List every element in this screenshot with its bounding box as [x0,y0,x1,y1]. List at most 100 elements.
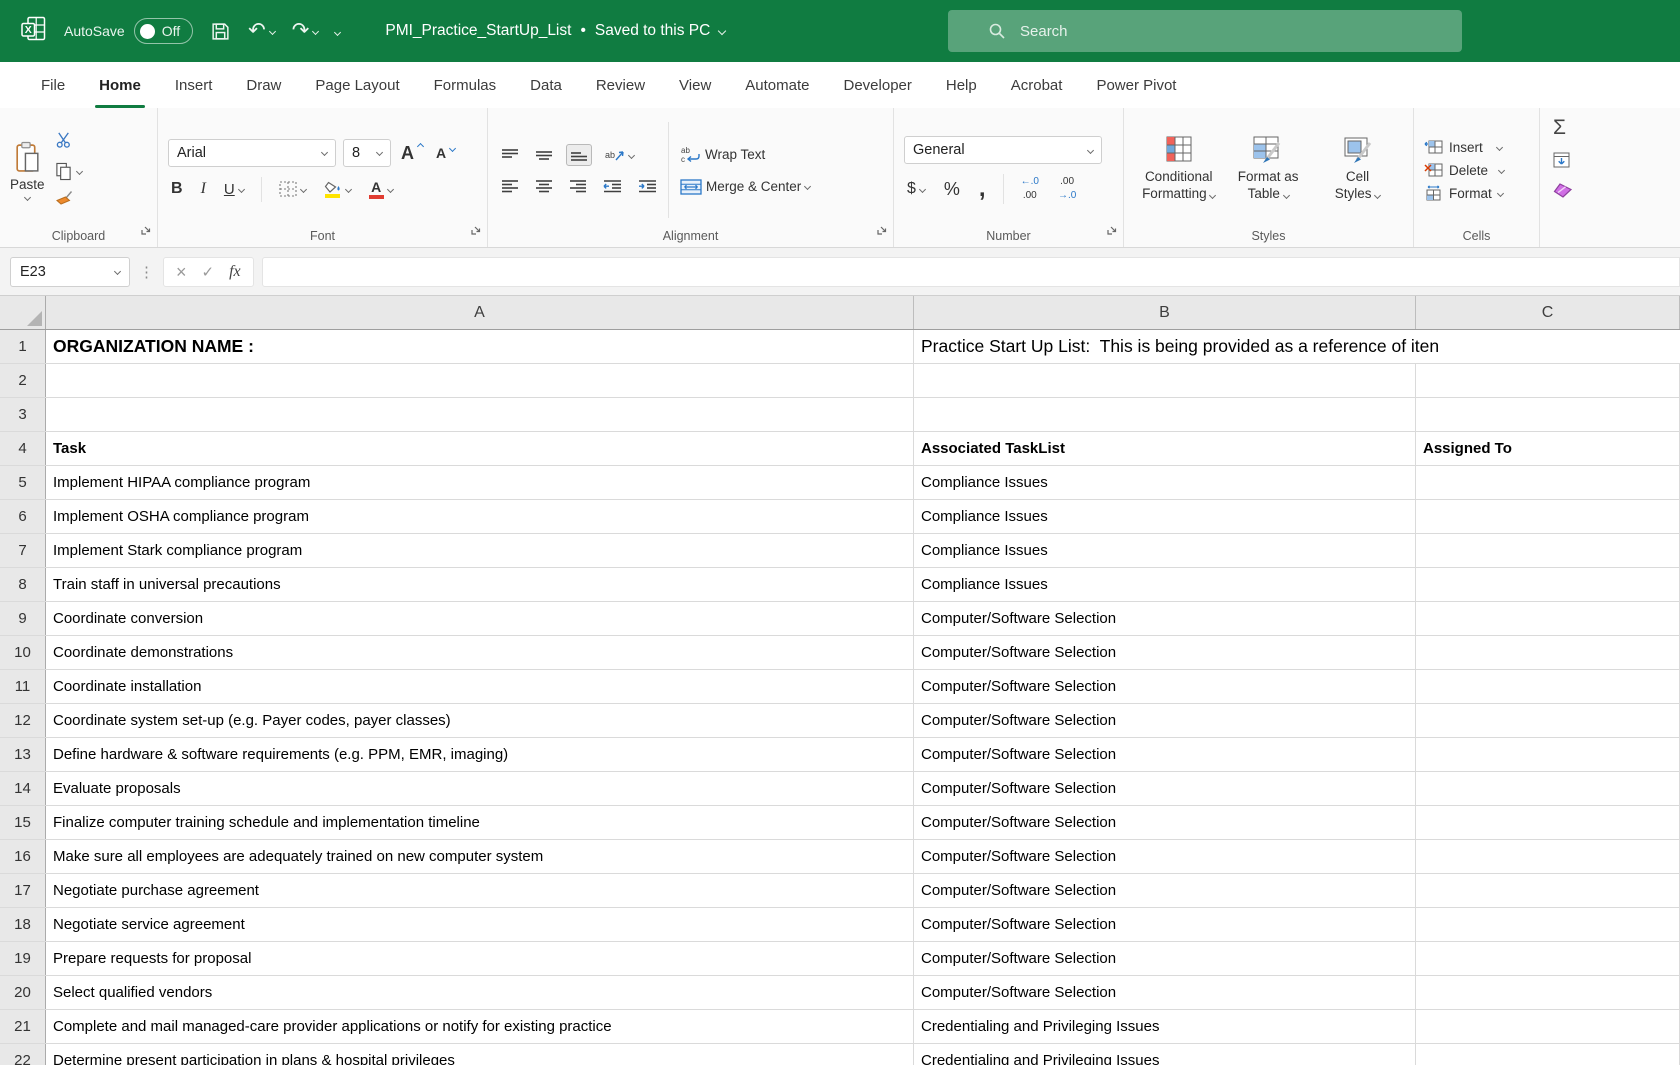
cell-B17[interactable]: Computer/Software Selection [914,874,1416,907]
formula-bar-resize-dots[interactable]: ⋮ [139,263,154,281]
cell-B11[interactable]: Computer/Software Selection [914,670,1416,703]
align-left-button[interactable] [498,176,522,196]
row-header-3[interactable]: 3 [0,398,46,431]
cell-C5[interactable] [1416,466,1680,499]
cell-A1[interactable]: ORGANIZATION NAME : [46,330,914,363]
row-header-21[interactable]: 21 [0,1010,46,1043]
cell-A6[interactable]: Implement OSHA compliance program [46,500,914,533]
cell-A17[interactable]: Negotiate purchase agreement [46,874,914,907]
chevron-down-icon[interactable] [300,185,307,192]
cell-A8[interactable]: Train staff in universal precautions [46,568,914,601]
chevron-down-icon[interactable] [269,27,276,34]
select-all-button[interactable] [0,296,46,329]
cell-B10[interactable]: Computer/Software Selection [914,636,1416,669]
search-input[interactable]: Search [948,10,1462,52]
chevron-down-icon[interactable] [1496,143,1503,150]
chevron-down-icon[interactable] [1497,189,1504,196]
cell-B18[interactable]: Computer/Software Selection [914,908,1416,941]
format-cells-button[interactable]: Format [1424,185,1504,201]
cell-C20[interactable] [1416,976,1680,1009]
cell-C3[interactable] [1416,398,1680,431]
menu-tab-developer[interactable]: Developer [827,62,929,108]
cell-C2[interactable] [1416,364,1680,397]
cell-C21[interactable] [1416,1010,1680,1043]
chevron-down-icon[interactable] [238,185,245,192]
column-header-B[interactable]: B [914,296,1416,329]
row-header-10[interactable]: 10 [0,636,46,669]
cell-C17[interactable] [1416,874,1680,907]
row-header-4[interactable]: 4 [0,432,46,465]
font-name-select[interactable]: Arial [168,139,336,167]
cell-C22[interactable] [1416,1044,1680,1065]
fill-color-button[interactable] [321,178,354,201]
enter-button[interactable]: ✓ [202,263,215,281]
cell-A11[interactable]: Coordinate installation [46,670,914,703]
merge-center-button[interactable]: Merge & Center [677,176,813,198]
cell-B20[interactable]: Computer/Software Selection [914,976,1416,1009]
cell-A19[interactable]: Prepare requests for proposal [46,942,914,975]
cell-C8[interactable] [1416,568,1680,601]
row-header-12[interactable]: 12 [0,704,46,737]
excel-app-icon[interactable]: X [20,15,47,47]
decrease-font-size-button[interactable]: A [433,143,458,163]
copy-button[interactable] [55,162,82,181]
clipboard-dialog-launcher[interactable] [140,223,151,241]
cell-B14[interactable]: Computer/Software Selection [914,772,1416,805]
insert-cells-button[interactable]: Insert [1424,139,1504,155]
format-painter-button[interactable] [55,189,82,211]
cell-B2[interactable] [914,364,1416,397]
cell-B15[interactable]: Computer/Software Selection [914,806,1416,839]
cell-C12[interactable] [1416,704,1680,737]
align-right-button[interactable] [566,176,590,196]
cell-A13[interactable]: Define hardware & software requirements … [46,738,914,771]
cell-C11[interactable] [1416,670,1680,703]
decrease-indent-button[interactable] [600,176,625,196]
percent-style-button[interactable]: % [941,176,963,203]
cell-A5[interactable]: Implement HIPAA compliance program [46,466,914,499]
chevron-down-icon[interactable] [345,185,352,192]
middle-align-button[interactable] [532,145,556,165]
column-header-C[interactable]: C [1416,296,1680,329]
row-header-18[interactable]: 18 [0,908,46,941]
chevron-down-icon[interactable] [1498,166,1505,173]
cell-C9[interactable] [1416,602,1680,635]
row-header-14[interactable]: 14 [0,772,46,805]
cell-C14[interactable] [1416,772,1680,805]
increase-font-size-button[interactable]: A [398,141,426,165]
menu-tab-acrobat[interactable]: Acrobat [994,62,1080,108]
cancel-button[interactable]: × [176,264,187,280]
row-header-17[interactable]: 17 [0,874,46,907]
cell-B7[interactable]: Compliance Issues [914,534,1416,567]
bottom-align-button[interactable] [566,144,592,166]
cell-A16[interactable]: Make sure all employees are adequately t… [46,840,914,873]
menu-tab-power-pivot[interactable]: Power Pivot [1079,62,1193,108]
customize-quick-access-button[interactable] [335,22,340,40]
menu-tab-file[interactable]: File [24,62,82,108]
cell-C13[interactable] [1416,738,1680,771]
cell-B16[interactable]: Computer/Software Selection [914,840,1416,873]
autosum-button[interactable]: Σ [1550,116,1569,140]
menu-tab-automate[interactable]: Automate [728,62,826,108]
cell-B1[interactable]: Practice Start Up List: This is being pr… [914,330,1680,363]
cell-A18[interactable]: Negotiate service agreement [46,908,914,941]
insert-function-button[interactable]: fx [229,263,241,281]
underline-button[interactable]: U [221,178,247,201]
menu-tab-home[interactable]: Home [82,62,158,108]
row-header-20[interactable]: 20 [0,976,46,1009]
paste-button[interactable]: Paste [10,141,45,200]
cell-styles-button[interactable]: Cell Styles [1313,134,1402,202]
cell-C19[interactable] [1416,942,1680,975]
decrease-decimal-button[interactable]: .00 →.0 [1055,174,1079,204]
row-header-8[interactable]: 8 [0,568,46,601]
cell-B8[interactable]: Compliance Issues [914,568,1416,601]
cell-B5[interactable]: Compliance Issues [914,466,1416,499]
cell-C18[interactable] [1416,908,1680,941]
undo-button[interactable]: ↶ [248,21,275,41]
conditional-formatting-button[interactable]: Conditional Formatting [1134,134,1223,202]
cell-A20[interactable]: Select qualified vendors [46,976,914,1009]
cell-A9[interactable]: Coordinate conversion [46,602,914,635]
menu-tab-formulas[interactable]: Formulas [417,62,514,108]
cell-A7[interactable]: Implement Stark compliance program [46,534,914,567]
column-header-A[interactable]: A [46,296,914,329]
autosave-toggle[interactable]: Off [134,18,193,44]
